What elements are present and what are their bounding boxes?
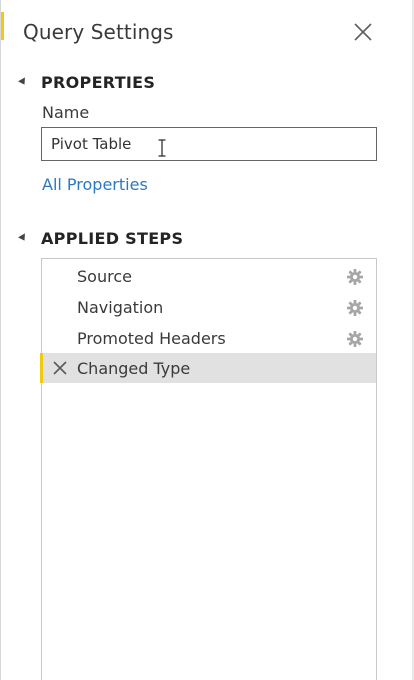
triangle-collapse-icon: [18, 77, 28, 87]
all-properties-link[interactable]: All Properties: [42, 175, 148, 194]
close-button[interactable]: [351, 20, 375, 44]
step-label: Source: [77, 266, 132, 286]
name-field[interactable]: [41, 127, 377, 161]
gear-icon[interactable]: [346, 330, 364, 348]
properties-section-label: PROPERTIES: [41, 72, 156, 92]
applied-steps-list: Source Navigation Promoted Headers Chang…: [40, 258, 377, 680]
query-settings-panel: Query Settings PROPERTIES Name All Prope…: [0, 0, 414, 680]
panel-header: Query Settings: [1, 0, 414, 64]
step-navigation[interactable]: Navigation: [42, 292, 376, 322]
panel-title: Query Settings: [23, 20, 174, 44]
delete-x-icon[interactable]: [52, 360, 68, 376]
applied-steps-section-label: APPLIED STEPS: [41, 228, 184, 248]
close-icon: [354, 23, 372, 41]
selected-step-indicator: [40, 353, 43, 383]
step-source[interactable]: Source: [42, 261, 376, 291]
gear-icon[interactable]: [346, 299, 364, 317]
applied-steps-section-toggle[interactable]: APPLIED STEPS: [18, 226, 184, 250]
triangle-collapse-icon: [18, 233, 28, 243]
properties-section-toggle[interactable]: PROPERTIES: [18, 70, 156, 94]
step-promoted-headers[interactable]: Promoted Headers: [42, 323, 376, 353]
step-label: Changed Type: [77, 358, 191, 378]
step-label: Promoted Headers: [77, 328, 226, 348]
step-label: Navigation: [77, 297, 164, 317]
gear-icon[interactable]: [346, 268, 364, 286]
name-label: Name: [42, 103, 90, 122]
step-changed-type[interactable]: Changed Type: [40, 353, 376, 383]
